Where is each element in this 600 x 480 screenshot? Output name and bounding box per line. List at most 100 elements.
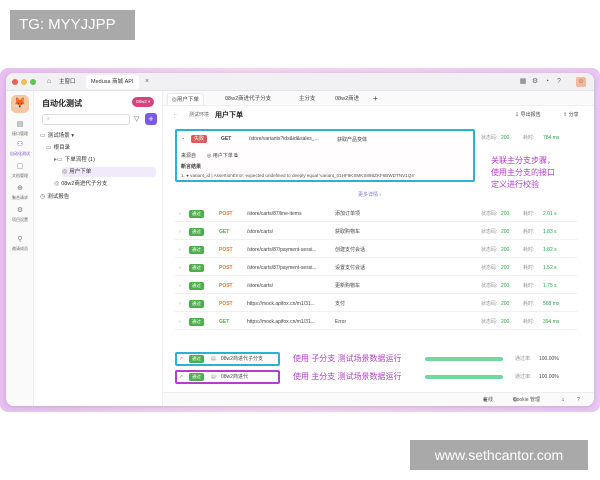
doc-icon: ▢	[16, 163, 24, 170]
branch-run-row[interactable]: ↗ 通过 ▤ 08w2商进代 使用 主分支 测试场景数据运行 通过率: 100.00%	[175, 369, 577, 385]
link-icon[interactable]: ↗	[179, 351, 183, 367]
sidebar-title: 自动化测试	[42, 99, 82, 108]
annotation-text: 关联主分支步骤， 使用主分支的接口 定义进行校验	[491, 155, 555, 191]
request-row[interactable]: › 通过 GET https://mock.apifox.cn/m1/31... Err…	[175, 314, 577, 330]
tree-label: 测试场景 ▾	[47, 133, 74, 139]
chevron-right-icon[interactable]: ›	[179, 296, 181, 312]
request-row[interactable]: › 通过 POST/store/carts/87/line-items 添加订单项 状态…	[175, 206, 577, 222]
window-tab-project[interactable]: Medusa 商城 API	[86, 75, 139, 89]
folder-icon: ▭	[40, 133, 46, 139]
home-icon[interactable]: ⌂	[44, 77, 54, 87]
source-link[interactable]: ◎ 用户下单 ⧉	[207, 152, 238, 159]
status-code: 200	[501, 247, 510, 253]
method-label: POST	[219, 283, 233, 289]
tree-item-order-flow[interactable]: ▸▭ 下单流程 (1)	[54, 155, 95, 165]
help-icon[interactable]: ?	[554, 77, 564, 87]
tree-item-user-order[interactable]: ◎ 用户下单	[62, 167, 156, 177]
add-button[interactable]: +	[145, 113, 157, 125]
grid-icon[interactable]: ▦	[518, 77, 528, 87]
chevron-right-icon[interactable]: ›	[179, 242, 181, 258]
status-code-label: 状态码:	[481, 319, 498, 325]
rail-item-merge[interactable]: ⊕ 聚合请求	[6, 185, 34, 201]
share-button[interactable]: ⇧ 分享	[563, 111, 579, 118]
left-rail: 🦊 ▤ 接口管理 ⚇ 自动化测试 ▢ 文档管理 ⊕ 聚合请求 ⚙ 项目设置 ⚲ 邀请成员	[6, 91, 34, 406]
chevron-right-icon[interactable]: ›	[179, 278, 181, 294]
branch-run-row[interactable]: ↗ 通过 ▤ 08w2商进代子分支 使用 子分支 测试场景数据运行 通过率: 100.00%	[175, 351, 577, 367]
chevron-down-icon[interactable]: ⌄	[181, 135, 185, 141]
settings-icon[interactable]: ⚙	[530, 77, 540, 87]
tab-bar: ◎用户下单 08w2商进代子分支 主分支 08w2商进 +	[163, 91, 594, 106]
maximize-window-button[interactable]	[30, 79, 36, 85]
branch-annotation: 使用 主分支 测试场景数据运行	[293, 372, 402, 381]
assertion-title: 断言结果	[181, 164, 202, 170]
request-path: /store/carts/87/payment-sessi...	[247, 265, 317, 271]
cookie-label: Cookie 管理	[513, 397, 540, 403]
filter-icon[interactable]: ▽	[134, 115, 142, 124]
status-badge: 通过	[189, 373, 204, 381]
search-input[interactable]: ⌕	[42, 114, 130, 125]
status-badge: 通过	[189, 210, 204, 218]
source-label: 来源自	[181, 153, 197, 159]
source-value: 用户下单	[212, 153, 233, 159]
request-row[interactable]: › 通过 POST/store/carts/更新购物车 状态码: 200 耗时: 1.75 …	[175, 278, 577, 294]
status-badge: 通过	[189, 228, 204, 236]
close-window-button[interactable]	[12, 79, 18, 85]
more-details-link[interactable]: 更多详情 ›	[358, 191, 381, 198]
tab-close-icon[interactable]: ×	[142, 77, 152, 87]
add-tab-button[interactable]: +	[369, 93, 382, 105]
help-icon[interactable]: ?	[577, 393, 580, 406]
tree-item-reports[interactable]: ◷ 测试报告	[40, 192, 69, 202]
tree-item-root[interactable]: ▭ 根目录	[46, 143, 70, 153]
tab-main-branch[interactable]: 主分支	[295, 93, 320, 105]
bell-icon[interactable]: ♫	[561, 393, 565, 406]
scene-icon: ▤	[211, 374, 216, 380]
rail-item-docs[interactable]: ▢ 文档管理	[6, 163, 34, 179]
window-tab-main[interactable]: 主窗口	[54, 75, 81, 89]
annotation-line: 使用主分支的接口	[491, 168, 555, 177]
request-row[interactable]: › 通过 POST/store/carts/87/payment-sessi... 创…	[175, 242, 577, 258]
rail-item-api[interactable]: ▤ 接口管理	[6, 121, 34, 137]
export-report-button[interactable]: ⇩ 导出报告	[515, 111, 541, 118]
rail-label: 项目设置	[12, 217, 28, 222]
branch-name: 08w2商进代子分支	[221, 356, 263, 362]
pass-rate-value: 100.00%	[539, 356, 559, 362]
notification-icon[interactable]: ◔	[542, 77, 552, 87]
chevron-right-icon[interactable]: ›	[179, 314, 181, 330]
time-value: 1.83 s	[543, 229, 557, 235]
rail-item-invite[interactable]: ⚲ 邀请成员	[6, 236, 34, 252]
back-icon[interactable]: ←	[173, 111, 178, 117]
failed-step-panel[interactable]: ⌄ 失败 GET /store/variants?ids&id&sales_..…	[175, 129, 475, 182]
search-icon: ⌕	[47, 116, 50, 122]
sidebar: 自动化测试 08w2 ▾ ⌕ ▽ + ▭ 测试场景 ▾ ▭ 根目录 ▸▭ 下单流程 (…	[34, 91, 163, 406]
share-label: 分享	[568, 112, 579, 118]
status-code: 200	[501, 319, 510, 325]
time-label: 耗时:	[523, 211, 535, 217]
status-code-label: 状态码:	[481, 247, 498, 253]
status-badge: 通过	[189, 246, 204, 254]
tab-sub-branch[interactable]: 08w2商进代子分支	[221, 93, 275, 105]
status-code-label: 状态码:	[481, 135, 498, 141]
chevron-right-icon[interactable]: ›	[179, 224, 181, 240]
tree-item-sub-branch[interactable]: ◎ 08w2商进代子分支	[54, 179, 107, 189]
tab-user-order[interactable]: ◎用户下单	[167, 93, 204, 105]
request-row[interactable]: › 通过 GET/store/carts/获取购物车 状态码: 200 耗时: 1.83 s	[175, 224, 577, 240]
chevron-right-icon[interactable]: ›	[179, 206, 181, 222]
chevron-right-icon[interactable]: ›	[179, 260, 181, 276]
avatar[interactable]: ☺	[576, 77, 586, 87]
time-value: 1.82 s	[543, 247, 557, 253]
tab-08w2[interactable]: 08w2商进	[331, 93, 363, 105]
rail-item-settings[interactable]: ⚙ 项目设置	[6, 207, 34, 223]
rail-item-automation[interactable]: ⚇ 自动化测试	[6, 141, 34, 157]
minimize-window-button[interactable]	[21, 79, 27, 85]
status-code: 200	[501, 265, 510, 271]
branch-badge[interactable]: 08w2 ▾	[132, 97, 155, 107]
status-badge: 通过	[189, 264, 204, 272]
time-value: 1.52 s	[543, 265, 557, 271]
branch-name: 08w2商进代	[221, 374, 248, 380]
link-icon[interactable]: ↗	[179, 369, 183, 385]
tree-item-scenes[interactable]: ▭ 测试场景 ▾	[40, 131, 74, 141]
footer-bar: ◉ 在线 ◍ Cookie 管理 ♫ ?	[163, 392, 594, 406]
request-row[interactable]: › 通过 POST https://mock.apifox.cn/m1/31... 支付…	[175, 296, 577, 312]
api-icon: ▤	[16, 121, 24, 128]
request-row[interactable]: › 通过 POST/store/carts/87/payment-sessi... 设…	[175, 260, 577, 276]
